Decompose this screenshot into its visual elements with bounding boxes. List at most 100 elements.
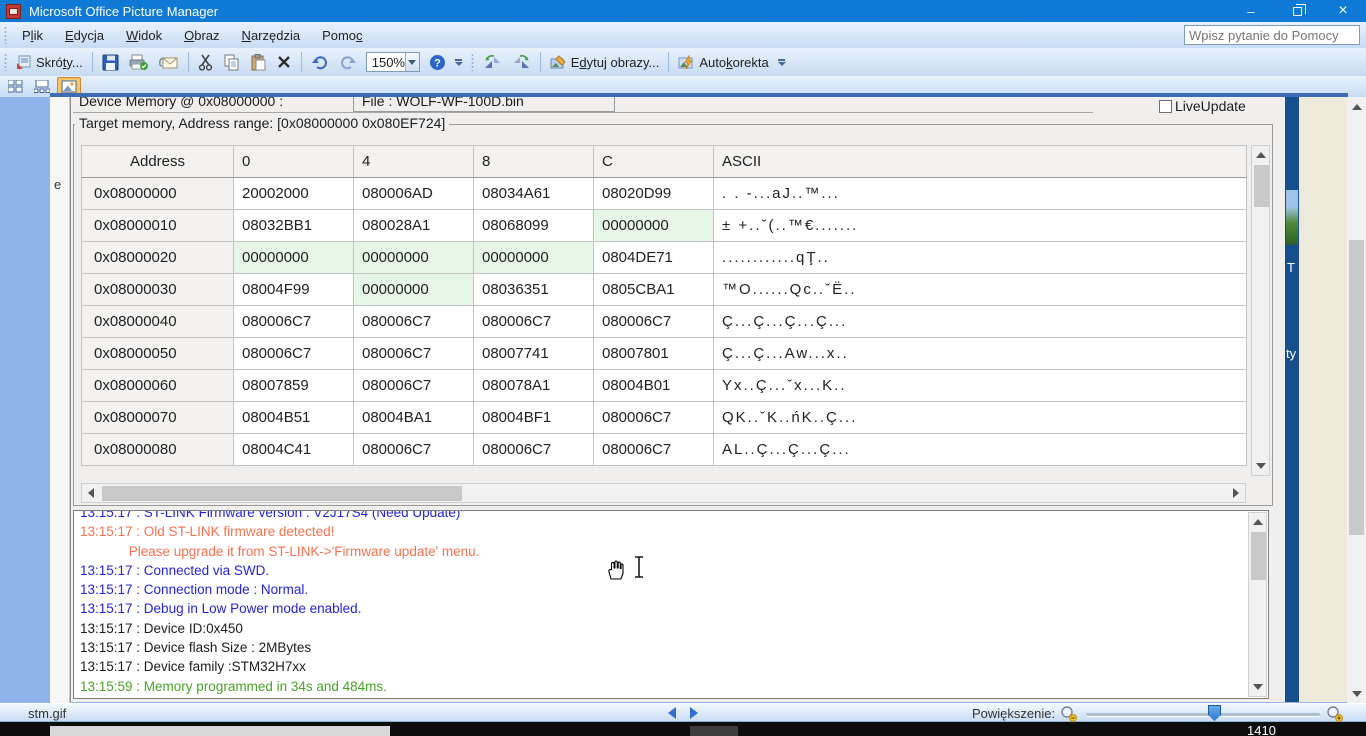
hex-cell: 08004C41 — [234, 434, 354, 466]
hex-cell: 080006AD — [354, 178, 474, 210]
scrollbar-thumb — [102, 486, 462, 501]
hand-cursor — [604, 558, 628, 584]
previous-picture-button[interactable] — [668, 707, 676, 719]
save-button[interactable] — [97, 52, 124, 73]
menu-obraz[interactable]: Obraz — [173, 25, 230, 46]
chevron-down-icon — [455, 62, 463, 66]
hex-cell: 00000000 — [354, 242, 474, 274]
app-vscrollbar[interactable] — [1347, 97, 1366, 703]
zoom-level-value: 150% — [367, 55, 405, 70]
minimize-button[interactable]: – — [1228, 0, 1274, 22]
address-cell: 0x08000080 — [82, 434, 234, 466]
rotate-left-button[interactable] — [478, 52, 507, 72]
hex-cell: 08007801 — [594, 338, 714, 370]
left-fragment-text: e — [54, 177, 61, 192]
hex-cell: 00000000 — [594, 210, 714, 242]
menu-widok[interactable]: Widok — [115, 25, 173, 46]
picture-canvas[interactable]: Device Memory @ 0x08000000 : File : WOLF… — [70, 97, 1285, 702]
copy-icon — [223, 54, 240, 71]
toolbar-overflow-button[interactable] — [778, 59, 786, 66]
menu-narzedzia[interactable]: Narzędzia — [231, 25, 312, 46]
menu-edycja[interactable]: Edycja — [54, 25, 115, 46]
status-bar: stm.gif Powiększenie: — [0, 703, 1366, 722]
zoom-slider-track[interactable] — [1086, 713, 1320, 716]
help-question-box[interactable] — [1184, 25, 1360, 45]
hex-cell: 0805CBA1 — [594, 274, 714, 306]
copy-button[interactable] — [218, 52, 245, 73]
edit-pictures-label: Edytuj obrazy... — [571, 55, 660, 70]
autocorrect-label: Autokorekta — [699, 55, 768, 70]
help-question-input[interactable] — [1185, 26, 1366, 44]
print-button[interactable] — [124, 52, 154, 73]
zoom-slider-thumb[interactable] — [1208, 705, 1221, 721]
ascii-cell: ............qŢ.. — [714, 242, 1247, 274]
zoom-out-icon[interactable] — [1060, 705, 1078, 722]
close-button[interactable]: × — [1320, 0, 1366, 22]
toolbar-overflow-button[interactable] — [455, 59, 463, 66]
zoom-dropdown-button[interactable] — [405, 53, 419, 71]
hex-cell: 080006C7 — [234, 338, 354, 370]
zoom-level-combo[interactable]: 150% — [366, 52, 420, 72]
next-picture-button[interactable] — [690, 707, 698, 719]
redo-icon — [339, 54, 357, 70]
ascii-cell: . . -...aJ..™... — [714, 178, 1247, 210]
hex-table-body: 0x0800000020002000080006AD08034A6108020D… — [82, 178, 1247, 466]
edit-pictures-button[interactable]: Edytuj obrazy... — [545, 53, 665, 72]
table-row: 0x08000050080006C7080006C708007741080078… — [82, 338, 1247, 370]
menu-plik[interactable]: Plik — [11, 25, 54, 46]
scroll-down-icon — [1352, 691, 1362, 697]
column-header: C — [594, 146, 714, 178]
help-button[interactable]: ? — [424, 52, 451, 73]
redo-button[interactable] — [334, 52, 362, 72]
log-line: 13:15:17 : Device family :STM32H7xx — [80, 657, 479, 676]
hex-cell: 08004B51 — [234, 402, 354, 434]
hex-cell: 080028A1 — [354, 210, 474, 242]
tabs-rule — [73, 112, 1093, 113]
scroll-up-icon — [1256, 152, 1266, 158]
hex-cell: 080006C7 — [474, 306, 594, 338]
hex-cell: 00000000 — [474, 242, 594, 274]
chevron-down-icon — [408, 60, 416, 65]
rotate-left-icon — [483, 54, 502, 70]
hex-cell: 00000000 — [234, 242, 354, 274]
ascii-cell: ™O......Qc..ˇË.. — [714, 274, 1247, 306]
cut-button[interactable] — [193, 52, 218, 73]
log-line: 13:15:17 : Connected via SWD. — [80, 561, 479, 580]
delete-button[interactable] — [271, 52, 297, 72]
toolbar-grip — [471, 53, 474, 71]
log-line: 13:15:59 : Memory programmed in 34s and … — [80, 677, 479, 696]
undo-button[interactable] — [306, 52, 334, 72]
hex-cell: 08036351 — [474, 274, 594, 306]
hex-cell: 080006C7 — [354, 306, 474, 338]
thumbnails-view-button[interactable] — [3, 77, 27, 96]
hex-cell: 080006C7 — [354, 370, 474, 402]
table-row: 0x0800006008007859080006C7080078A108004B… — [82, 370, 1247, 402]
picture-desktop-strip: T ty — [1285, 97, 1299, 702]
live-update-label: LiveUpdate — [1175, 98, 1246, 114]
send-mail-button[interactable] — [154, 52, 184, 72]
edit-images-icon — [550, 55, 567, 70]
log-line: 13:15:17 : Debug in Low Power mode enabl… — [80, 599, 479, 618]
scrollbar-thumb[interactable] — [1349, 240, 1364, 535]
scroll-down-icon — [1256, 463, 1266, 469]
column-header: Address — [82, 146, 234, 178]
rotate-right-button[interactable] — [507, 52, 536, 72]
desktop-strip: 1410 — [0, 722, 1366, 736]
file-tab: File : WOLF-WF-100D.bin — [353, 97, 615, 112]
table-row: 0x08000040080006C7080006C7080006C7080006… — [82, 306, 1247, 338]
shortcuts-button[interactable]: Skróty... — [11, 52, 88, 72]
ascii-cell: QK..ˇK..ńK..Ç... — [714, 402, 1247, 434]
hex-cell: 080006C7 — [594, 306, 714, 338]
autocorrect-button[interactable]: Autokorekta — [673, 53, 773, 72]
svg-text:?: ? — [434, 57, 441, 69]
log-line: 13:15:17 : Device ID:0x450 — [80, 619, 479, 638]
address-cell: 0x08000000 — [82, 178, 234, 210]
paste-button[interactable] — [245, 52, 271, 73]
hex-cell: 080078A1 — [474, 370, 594, 402]
menu-pomoc[interactable]: Pomoc — [311, 25, 373, 46]
save-icon — [102, 54, 119, 71]
desktop-window-fragment — [690, 726, 738, 736]
zoom-in-icon[interactable] — [1326, 705, 1344, 722]
restore-button[interactable] — [1274, 0, 1320, 22]
column-header: ASCII — [714, 146, 1247, 178]
